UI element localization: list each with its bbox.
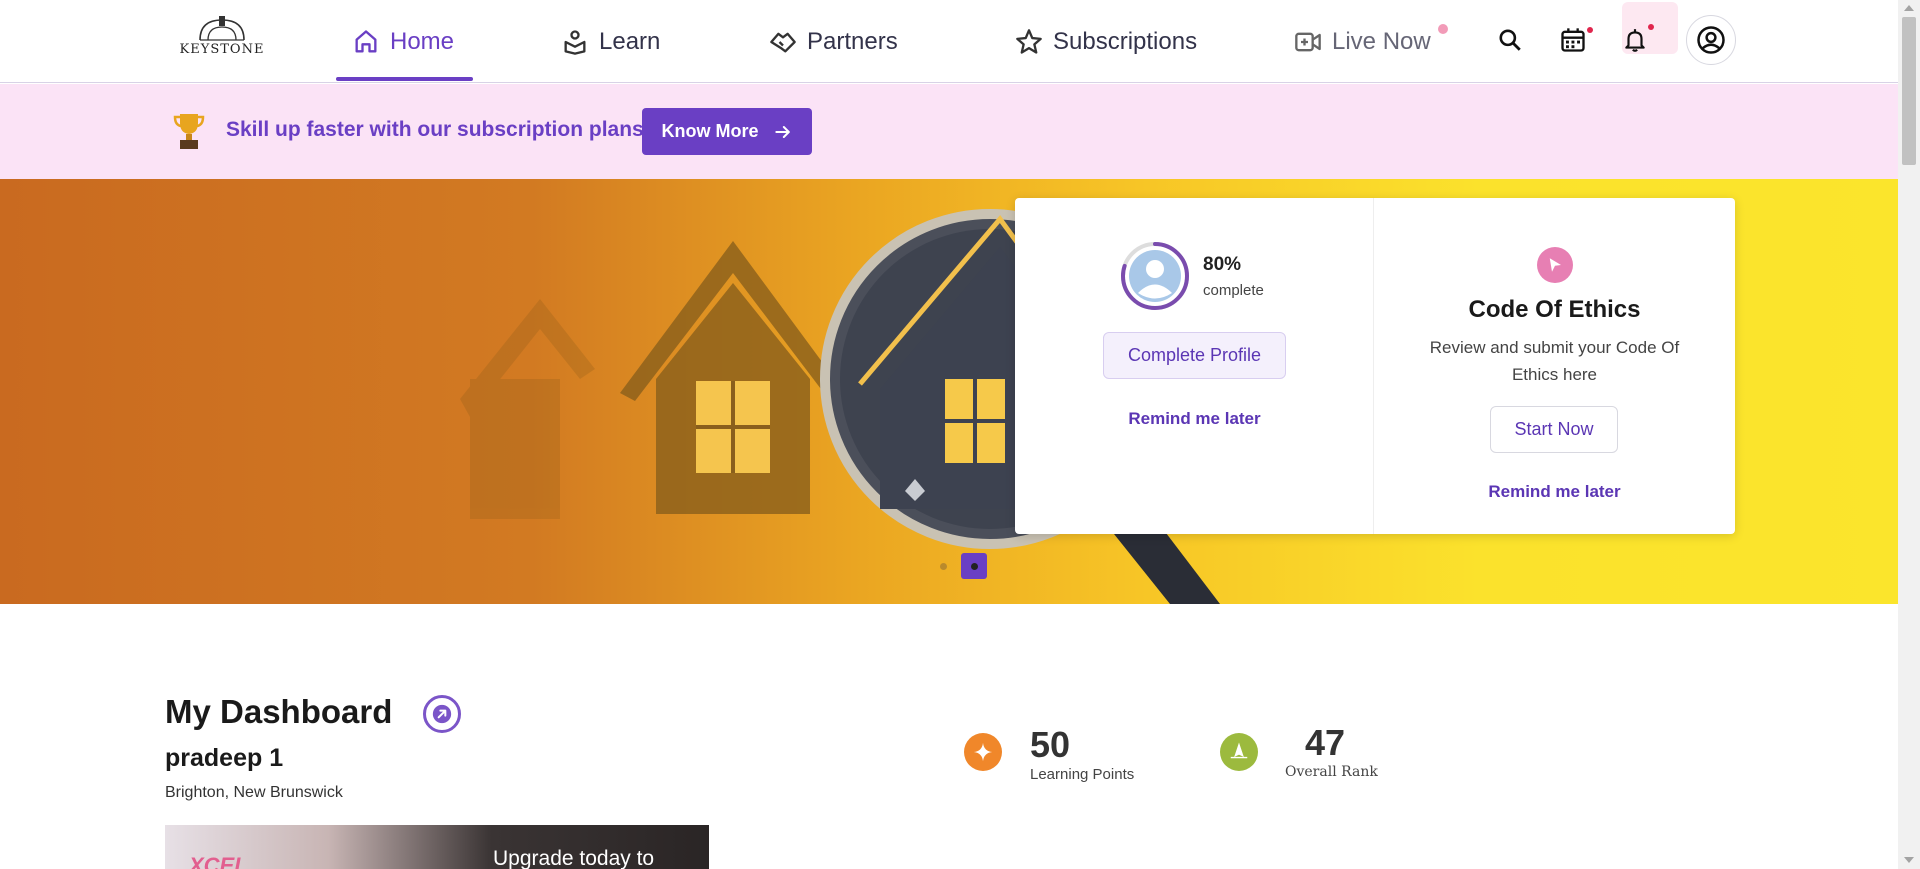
home-icon [355,29,377,52]
faded-house-shape [460,299,595,519]
nav-learn-label: Learn [599,27,661,55]
nav-learn[interactable]: Learn [561,0,660,83]
start-now-button[interactable]: Start Now [1490,406,1618,453]
carousel-dot-2-active[interactable] [961,553,987,579]
upgrade-banner-brand: XCEL [189,853,248,869]
nav-live-now[interactable]: Live Now [1294,0,1431,83]
profile-progress-label: complete [1203,282,1264,299]
keystone-logo[interactable]: KEYSTONE [176,14,268,66]
scroll-thumb[interactable] [1902,17,1916,165]
logo-text: KEYSTONE [179,42,265,57]
notifications-button[interactable] [1613,18,1657,62]
upgrade-banner-image[interactable]: XCEL Upgrade today to [165,825,709,869]
complete-profile-button[interactable]: Complete Profile [1103,332,1286,379]
nav-home-label: Home [390,27,455,55]
ethics-remind-later-link[interactable]: Remind me later [1374,482,1735,502]
bell-icon [1625,29,1645,52]
nav-subscriptions[interactable]: Subscriptions [1015,0,1197,83]
overall-rank-value: 47 [1305,722,1346,763]
arrow-right-icon [774,125,790,138]
notification-dot [1648,24,1654,30]
nav-subscriptions-label: Subscriptions [1053,27,1198,55]
code-of-ethics-card: Code Of Ethics Review and submit your Co… [1374,198,1735,534]
calendar-button[interactable] [1551,18,1595,62]
live-indicator-dot [1438,24,1448,34]
user-circle-icon [1697,26,1725,54]
profile-remind-later-link[interactable]: Remind me later [1015,409,1374,429]
upgrade-banner-text: Upgrade today to [493,847,655,869]
star-icon [1016,28,1042,54]
know-more-label: Know More [661,121,759,141]
learning-points-label: Learning Points [1030,766,1135,783]
user-name: pradeep 1 [165,744,284,772]
dashboard-open-button[interactable] [423,695,461,733]
page-scrollbar[interactable] [1898,0,1920,869]
calendar-icon [1561,28,1585,52]
search-button[interactable] [1488,18,1532,62]
logo-mark-icon [199,16,245,41]
handshake-icon [770,32,796,52]
user-location: Brighton, New Brunswick [165,784,343,801]
profile-completion-card: 80% complete Complete Profile Remind me … [1015,198,1374,534]
profile-button[interactable] [1686,15,1736,65]
nav-partners-label: Partners [807,27,898,55]
learning-points-value: 50 [1030,724,1071,765]
ethics-title: Code Of Ethics [1468,296,1641,323]
arrow-up-right-icon [432,704,452,724]
sparkle-icon [973,742,993,762]
rank-peak-icon [1230,742,1248,759]
nav-partners[interactable]: Partners [769,0,898,83]
hero-action-cards: 80% complete Complete Profile Remind me … [1015,198,1735,534]
scroll-down-arrow-icon[interactable] [1904,857,1914,863]
carousel-pagination [940,553,987,579]
trophy-icon [173,114,205,149]
calendar-notification-dot [1587,27,1593,33]
scroll-up-arrow-icon[interactable] [1904,5,1914,11]
cursor-arrow-icon [1549,258,1561,272]
carousel-dot-1[interactable] [940,562,947,570]
dashboard-title: My Dashboard [165,693,393,730]
overall-rank-icon [1220,733,1258,771]
ethics-icon [1537,247,1573,283]
active-tab-indicator [336,77,473,81]
nav-home[interactable]: Home [352,0,454,83]
house-shape [620,241,845,514]
know-more-button[interactable]: Know More [642,108,812,155]
ethics-description: Review and submit your Code Of Ethics he… [1429,338,1680,384]
learning-points-icon [964,733,1002,771]
search-icon [1499,29,1521,51]
profile-progress-percent: 80% [1203,254,1242,275]
profile-progress-ring [1121,242,1189,310]
video-icon [1295,32,1321,51]
top-navbar: KEYSTONE Home Learn Partners Subscriptio… [0,0,1898,83]
nav-live-now-label: Live Now [1332,27,1431,55]
learn-icon [564,29,586,55]
subscription-promo-banner: Skill up faster with our subscription pl… [0,84,1898,179]
promo-text: Skill up faster with our subscription pl… [226,118,650,141]
overall-rank-label: Overall Rank [1285,764,1378,780]
